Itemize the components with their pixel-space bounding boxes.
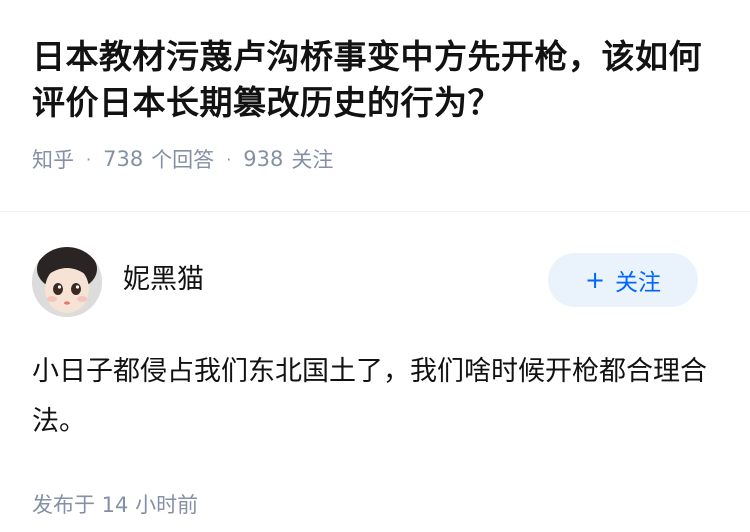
publish-time: 发布于 14 小时前 — [32, 493, 199, 517]
avatar[interactable] — [32, 247, 102, 317]
meta-separator: · — [226, 149, 232, 169]
followers-count: 938 — [243, 147, 284, 171]
follow-button[interactable]: + 关注 — [548, 253, 698, 307]
answers-label[interactable]: 个回答 — [151, 144, 214, 174]
avatar-image — [32, 247, 102, 317]
divider — [0, 211, 750, 212]
meta-separator: · — [86, 149, 92, 169]
author-name[interactable]: 妮黑猫 — [123, 257, 204, 296]
answer-content[interactable]: 小日子都侵占我们东北国土了，我们啥时候开枪都合理合法。 — [32, 347, 718, 447]
plus-icon: + — [584, 266, 606, 294]
source-label[interactable]: 知乎 — [32, 144, 74, 174]
author-row: 妮黑猫 + 关注 — [32, 245, 718, 319]
question-meta: 知乎 · 738 个回答 · 938 关注 — [32, 144, 718, 174]
follow-button-label: 关注 — [615, 270, 662, 296]
followers-label[interactable]: 关注 — [291, 144, 333, 174]
answers-count: 738 — [103, 147, 144, 171]
question-header: 日本教材污蔑卢沟桥事变中方先开枪，该如何评价日本长期篡改历史的行为？ 知乎 · … — [0, 0, 750, 174]
answer-card: 妮黑猫 + 关注 小日子都侵占我们东北国土了，我们啥时候开枪都合理合法。 发布于… — [0, 245, 750, 519]
question-title[interactable]: 日本教材污蔑卢沟桥事变中方先开枪，该如何评价日本长期篡改历史的行为？ — [32, 34, 718, 126]
